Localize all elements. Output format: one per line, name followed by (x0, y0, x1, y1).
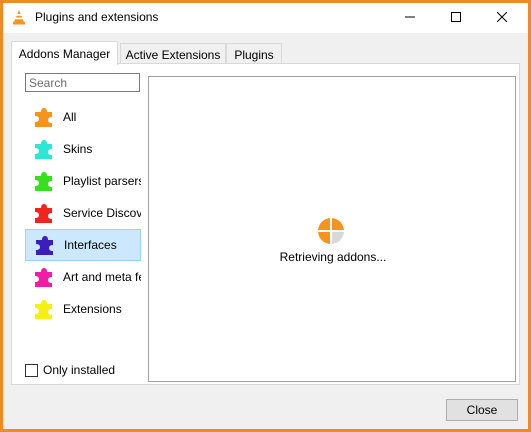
tab-addons-manager[interactable]: Addons Manager (11, 41, 118, 65)
category-item-playlist-parsers[interactable]: Playlist parsers (25, 165, 141, 197)
only-installed-label: Only installed (43, 363, 116, 377)
category-item-interfaces[interactable]: Interfaces (25, 229, 141, 261)
maximize-icon (451, 11, 461, 25)
category-item-skins[interactable]: Skins (25, 133, 141, 165)
puzzle-icon (33, 202, 55, 224)
category-item-all[interactable]: All (25, 101, 141, 133)
loading-spinner-icon (317, 217, 345, 245)
category-list: All Skins Playlist parsers Service Disco… (25, 101, 141, 325)
category-item-extensions[interactable]: Extensions (25, 293, 141, 325)
plugins-window: Plugins and extensions Addons Manager Ac… (0, 0, 531, 432)
minimize-icon (405, 11, 415, 25)
category-label: Playlist parsers (63, 174, 141, 188)
category-label: Service Discove (63, 206, 141, 220)
category-item-service-discovery[interactable]: Service Discove (25, 197, 141, 229)
maximize-button[interactable] (433, 3, 479, 33)
retrieving-status: Retrieving addons... (279, 250, 387, 264)
addons-content-area: Retrieving addons... (148, 76, 516, 382)
puzzle-icon (33, 170, 55, 192)
category-label: Art and meta fe (63, 270, 141, 284)
puzzle-icon (34, 234, 56, 256)
category-label: Interfaces (64, 238, 117, 252)
category-item-art-and-meta[interactable]: Art and meta fe (25, 261, 141, 293)
category-label: Extensions (63, 302, 122, 316)
vlc-cone-icon (11, 9, 27, 25)
puzzle-icon (33, 298, 55, 320)
window-title: Plugins and extensions (35, 10, 159, 24)
addons-manager-panel: All Skins Playlist parsers Service Disco… (11, 63, 520, 385)
close-button[interactable]: Close (446, 399, 518, 421)
tab-active-extensions[interactable]: Active Extensions (120, 43, 226, 65)
close-icon (496, 11, 508, 25)
category-label: All (63, 110, 77, 124)
puzzle-icon (33, 138, 55, 160)
only-installed-checkbox[interactable] (25, 363, 38, 377)
tab-plugins[interactable]: Plugins (226, 43, 282, 65)
search-input[interactable] (25, 73, 140, 92)
close-window-button[interactable] (479, 3, 525, 33)
minimize-button[interactable] (387, 3, 433, 33)
only-installed-toggle[interactable]: Only installed (25, 363, 115, 377)
puzzle-icon (33, 106, 55, 128)
puzzle-icon (33, 266, 55, 288)
title-bar[interactable]: Plugins and extensions (3, 3, 528, 33)
category-label: Skins (63, 142, 93, 156)
